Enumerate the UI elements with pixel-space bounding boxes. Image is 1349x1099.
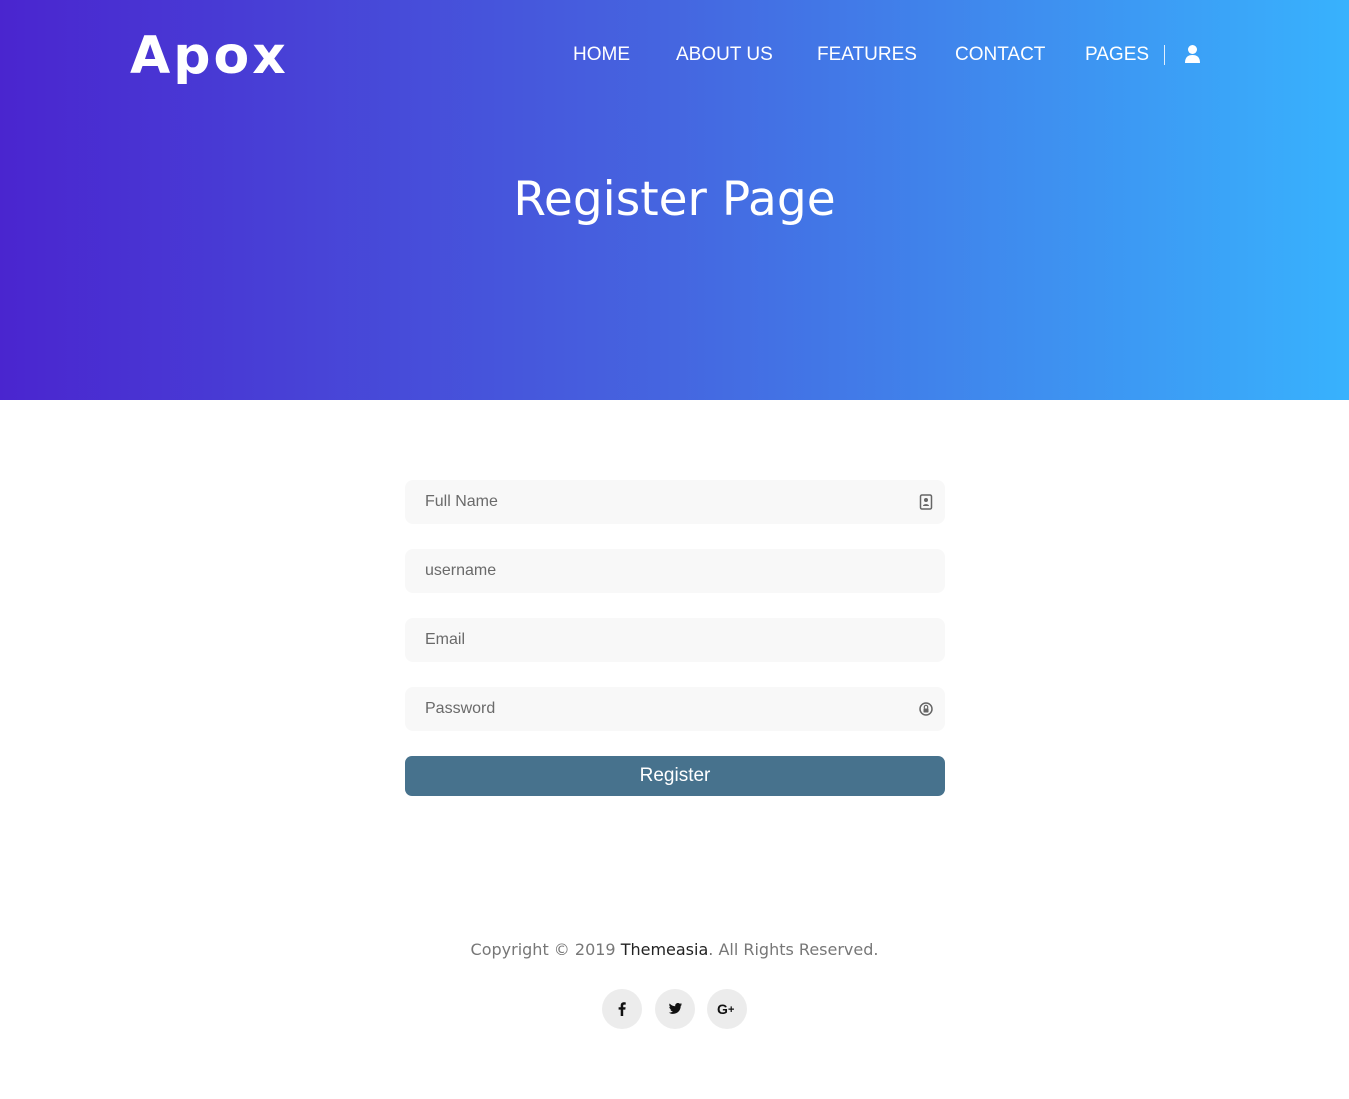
copyright-text: Copyright © 2019 Themeasia. All Rights R… xyxy=(0,938,1349,962)
full-name-field-wrapper xyxy=(405,480,945,524)
nav-features[interactable]: FEATURES xyxy=(817,40,917,70)
google-plus-icon[interactable]: G + xyxy=(707,989,747,1029)
user-icon[interactable] xyxy=(1184,44,1201,64)
facebook-icon[interactable] xyxy=(602,989,642,1029)
copyright-prefix: Copyright © 2019 xyxy=(470,940,621,959)
email-field-wrapper xyxy=(405,618,945,662)
company-link[interactable]: Themeasia xyxy=(621,940,709,959)
register-form: Register xyxy=(405,480,945,796)
password-input[interactable] xyxy=(405,687,945,731)
nav-home[interactable]: HOME xyxy=(573,40,630,70)
svg-text:G: G xyxy=(717,1001,728,1017)
hero-banner: Apox HOME ABOUT US FEATURES CONTACT PAGE… xyxy=(0,0,1349,400)
social-links: G + xyxy=(602,989,752,1029)
full-name-input[interactable] xyxy=(405,480,945,524)
nav-pages[interactable]: PAGES xyxy=(1085,40,1149,70)
main-nav: HOME ABOUT US FEATURES CONTACT PAGES xyxy=(0,40,1349,70)
username-input[interactable] xyxy=(405,549,945,593)
copyright-suffix: . All Rights Reserved. xyxy=(708,940,879,959)
password-field-wrapper xyxy=(405,687,945,731)
page-title: Register Page xyxy=(513,172,836,227)
lock-icon xyxy=(919,701,933,717)
nav-contact[interactable]: CONTACT xyxy=(955,40,1045,70)
nav-divider xyxy=(1164,45,1165,65)
svg-text:+: + xyxy=(728,1004,734,1016)
email-input[interactable] xyxy=(405,618,945,662)
contact-card-icon xyxy=(919,494,933,510)
twitter-icon[interactable] xyxy=(655,989,695,1029)
username-field-wrapper xyxy=(405,549,945,593)
register-button[interactable]: Register xyxy=(405,756,945,796)
nav-about-us[interactable]: ABOUT US xyxy=(676,40,773,70)
